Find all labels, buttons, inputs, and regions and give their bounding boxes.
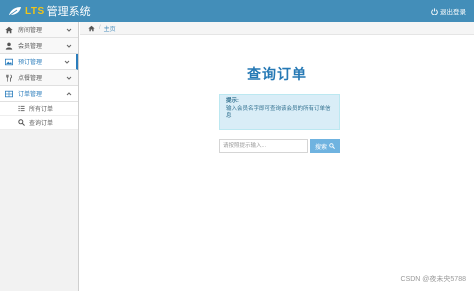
chevron-down-icon (66, 28, 72, 32)
watermark: CSDN @夜未央5788 (400, 276, 466, 283)
breadcrumb-separator: / (99, 25, 101, 31)
chevron-up-icon (66, 92, 72, 96)
home-icon (5, 26, 13, 33)
sidebar-item-dining[interactable]: 点餐管理 (0, 70, 78, 86)
sidebar-empty-area (0, 130, 78, 279)
search-form: 搜索 (219, 139, 340, 153)
list-icon (18, 105, 25, 112)
sidebar-subitem-query-orders[interactable]: 查询订单 (0, 116, 78, 130)
top-navbar: LTS 管理系统 退出登录 (0, 0, 474, 22)
chevron-down-icon (66, 44, 72, 48)
power-icon (431, 7, 438, 15)
logout-label: 退出登录 (440, 9, 466, 16)
user-icon (5, 42, 13, 50)
sidebar-item-orders[interactable]: 订单管理 (0, 86, 78, 102)
sidebar: 房间管理 会员管理 预订管理 点餐管理 订单管理 所有订单 查询订单 (0, 22, 79, 291)
search-icon (18, 119, 25, 126)
breadcrumb: / 主页 (80, 22, 474, 35)
search-button-label: 搜索 (314, 144, 327, 151)
sidebar-item-rooms[interactable]: 房间管理 (0, 22, 78, 38)
leaf-logo-icon (9, 7, 21, 16)
sidebar-item-label: 会员管理 (18, 44, 43, 50)
sidebar-item-label: 房间管理 (18, 28, 43, 34)
sidebar-item-reservations[interactable]: 预订管理 (0, 54, 78, 70)
sidebar-subitem-label: 所有订单 (29, 107, 54, 113)
sidebar-subitem-label: 查询订单 (29, 121, 54, 127)
picture-icon (5, 58, 13, 65)
app-title: 管理系统 (46, 6, 91, 18)
grid-icon (5, 90, 13, 97)
hint-alert: 提示: 输入会员名字即可查询该会员的所有订单信息 (219, 94, 340, 130)
search-icon (329, 143, 335, 149)
brand[interactable]: LTS 管理系统 (8, 3, 91, 19)
brand-prefix: LTS (25, 5, 45, 17)
home-icon (88, 25, 95, 31)
sidebar-subitem-all-orders[interactable]: 所有订单 (0, 102, 78, 116)
chevron-down-icon (66, 76, 72, 80)
chevron-down-icon (64, 60, 70, 64)
search-input[interactable] (219, 139, 308, 153)
logout-button[interactable]: 退出登录 (431, 6, 466, 16)
breadcrumb-home-link[interactable]: 主页 (104, 24, 116, 33)
search-button[interactable]: 搜索 (310, 139, 340, 153)
sidebar-item-label: 点餐管理 (18, 76, 43, 82)
main-content: 查询订单 提示: 输入会员名字即可查询该会员的所有订单信息 搜索 (80, 36, 474, 291)
sidebar-item-label: 订单管理 (18, 92, 43, 98)
sidebar-item-members[interactable]: 会员管理 (0, 38, 78, 54)
hint-title: 提示: (226, 98, 239, 104)
cutlery-icon (6, 73, 12, 82)
sidebar-item-label: 预订管理 (18, 60, 43, 66)
page-title: 查询订单 (247, 66, 307, 82)
hint-text: 输入会员名字即可查询该会员的所有订单信息 (226, 105, 331, 120)
